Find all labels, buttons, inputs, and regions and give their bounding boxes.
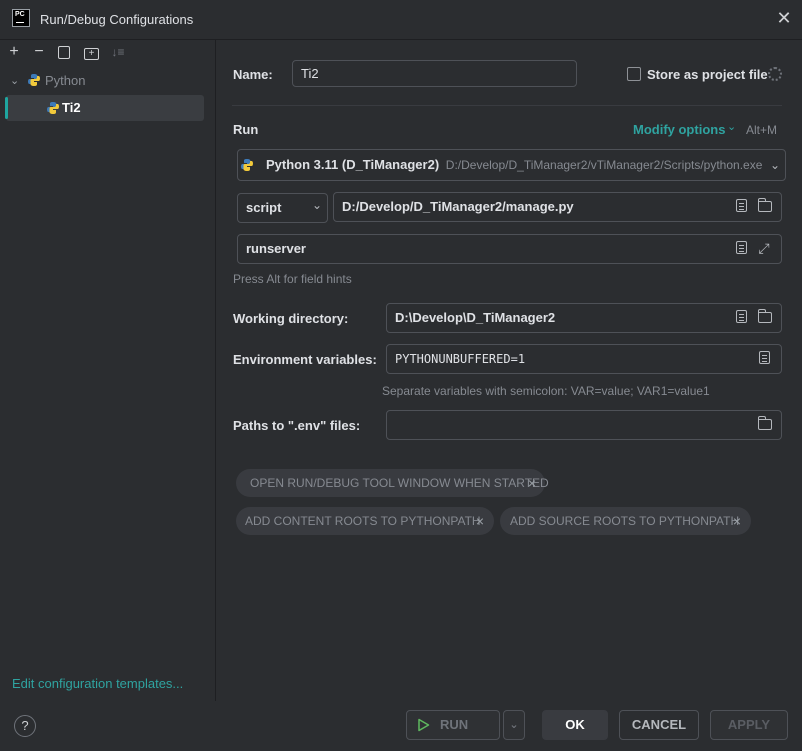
edit-templates-link[interactable]: Edit configuration templates... <box>12 676 183 691</box>
close-icon[interactable]: × <box>733 507 741 535</box>
close-icon[interactable]: × <box>476 507 484 535</box>
tree-group-python[interactable]: ⌄ Python <box>6 68 204 94</box>
interpreter-dropdown[interactable]: Python 3.11 (D_TiManager2) D:/Develop/D_… <box>237 149 786 181</box>
ok-button[interactable]: OK <box>542 710 608 740</box>
name-input[interactable]: Ti2 <box>292 60 577 87</box>
run-section-title: Run <box>233 122 259 137</box>
chevron-down-icon: ⌄ <box>509 719 519 731</box>
chip-label: OPEN RUN/DEBUG TOOL WINDOW WHEN STARTED <box>250 476 549 490</box>
close-icon[interactable]: × <box>528 469 536 497</box>
chip-source-roots[interactable]: ADD SOURCE ROOTS TO PYTHONPATH × <box>500 507 751 535</box>
run-dropdown-button[interactable]: ⌄ <box>503 710 525 740</box>
env-vars-input[interactable]: PYTHONUNBUFFERED=1 <box>386 344 782 374</box>
expand-text-icon[interactable] <box>759 351 770 364</box>
divider <box>232 105 782 106</box>
parameters-input[interactable]: runserver <box>237 234 782 264</box>
expand-text-icon[interactable] <box>736 199 747 212</box>
chevron-down-icon: ⌄ <box>770 158 781 172</box>
remove-icon[interactable]: − <box>31 44 47 61</box>
gear-icon[interactable] <box>768 67 782 81</box>
tree-group-label: Python <box>45 73 86 88</box>
expand-text-icon[interactable] <box>736 241 747 254</box>
script-path-input[interactable]: D:/Develop/D_TiManager2/manage.py <box>333 192 782 222</box>
python-icon <box>47 102 59 114</box>
play-icon <box>418 718 430 732</box>
chevron-down-icon: ⌄ <box>312 198 323 212</box>
selection-marker <box>5 97 8 119</box>
tree-item-label: Ti2 <box>62 100 81 115</box>
expand-icon[interactable]: ⤢ <box>757 241 771 255</box>
working-directory-label: Working directory: <box>233 311 349 326</box>
configurations-sidebar <box>0 40 216 701</box>
sort-icon[interactable]: ↓≡ <box>110 45 126 61</box>
cancel-button[interactable]: CANCEL <box>619 710 699 740</box>
run-label: RUN <box>440 717 469 732</box>
help-button[interactable]: ? <box>14 715 36 737</box>
chevron-down-icon: ⌄ <box>727 121 737 133</box>
expand-text-icon[interactable] <box>736 310 747 323</box>
folder-icon[interactable] <box>757 309 772 323</box>
python-icon <box>241 159 253 171</box>
apply-button[interactable]: APPLY <box>710 710 788 740</box>
folder-icon[interactable] <box>757 198 772 212</box>
store-project-checkbox[interactable] <box>627 67 641 81</box>
working-directory-input[interactable]: D:\Develop\D_TiManager2 <box>386 303 782 333</box>
folder-icon[interactable] <box>757 416 772 430</box>
copy-icon[interactable] <box>58 46 70 59</box>
modify-options-link[interactable]: Modify options <box>633 122 725 137</box>
new-folder-icon[interactable]: + <box>84 48 99 60</box>
window-title: Run/Debug Configurations <box>40 12 194 27</box>
name-label: Name: <box>233 67 273 82</box>
chevron-down-icon: ⌄ <box>10 75 20 87</box>
chip-content-roots[interactable]: ADD CONTENT ROOTS TO PYTHONPATH × <box>236 507 494 535</box>
close-icon[interactable]: ✕ <box>776 9 792 27</box>
env-vars-label: Environment variables: <box>233 352 377 367</box>
field-hint-text: Press Alt for field hints <box>233 272 352 286</box>
tree-item-ti2[interactable]: Ti2 <box>6 95 204 121</box>
python-icon <box>28 74 40 86</box>
dotenv-input[interactable] <box>386 410 782 440</box>
modify-options-shortcut: Alt+M <box>746 123 778 137</box>
store-project-label: Store as project file <box>647 67 768 82</box>
env-vars-hint: Separate variables with semicolon: VAR=v… <box>382 384 710 398</box>
dotenv-label: Paths to ".env" files: <box>233 418 361 433</box>
chip-open-tool-window[interactable]: OPEN RUN/DEBUG TOOL WINDOW WHEN STARTED … <box>236 469 549 497</box>
add-icon[interactable]: + <box>6 44 22 61</box>
chip-label: ADD SOURCE ROOTS TO PYTHONPATH <box>510 514 740 528</box>
interpreter-name: Python 3.11 (D_TiManager2) <box>266 157 440 172</box>
interpreter-path: D:/Develop/D_TiManager2/vTiManager2/Scri… <box>445 158 763 172</box>
chip-label: ADD CONTENT ROOTS TO PYTHONPATH <box>245 514 481 528</box>
pycharm-logo-icon: PC <box>12 9 30 27</box>
